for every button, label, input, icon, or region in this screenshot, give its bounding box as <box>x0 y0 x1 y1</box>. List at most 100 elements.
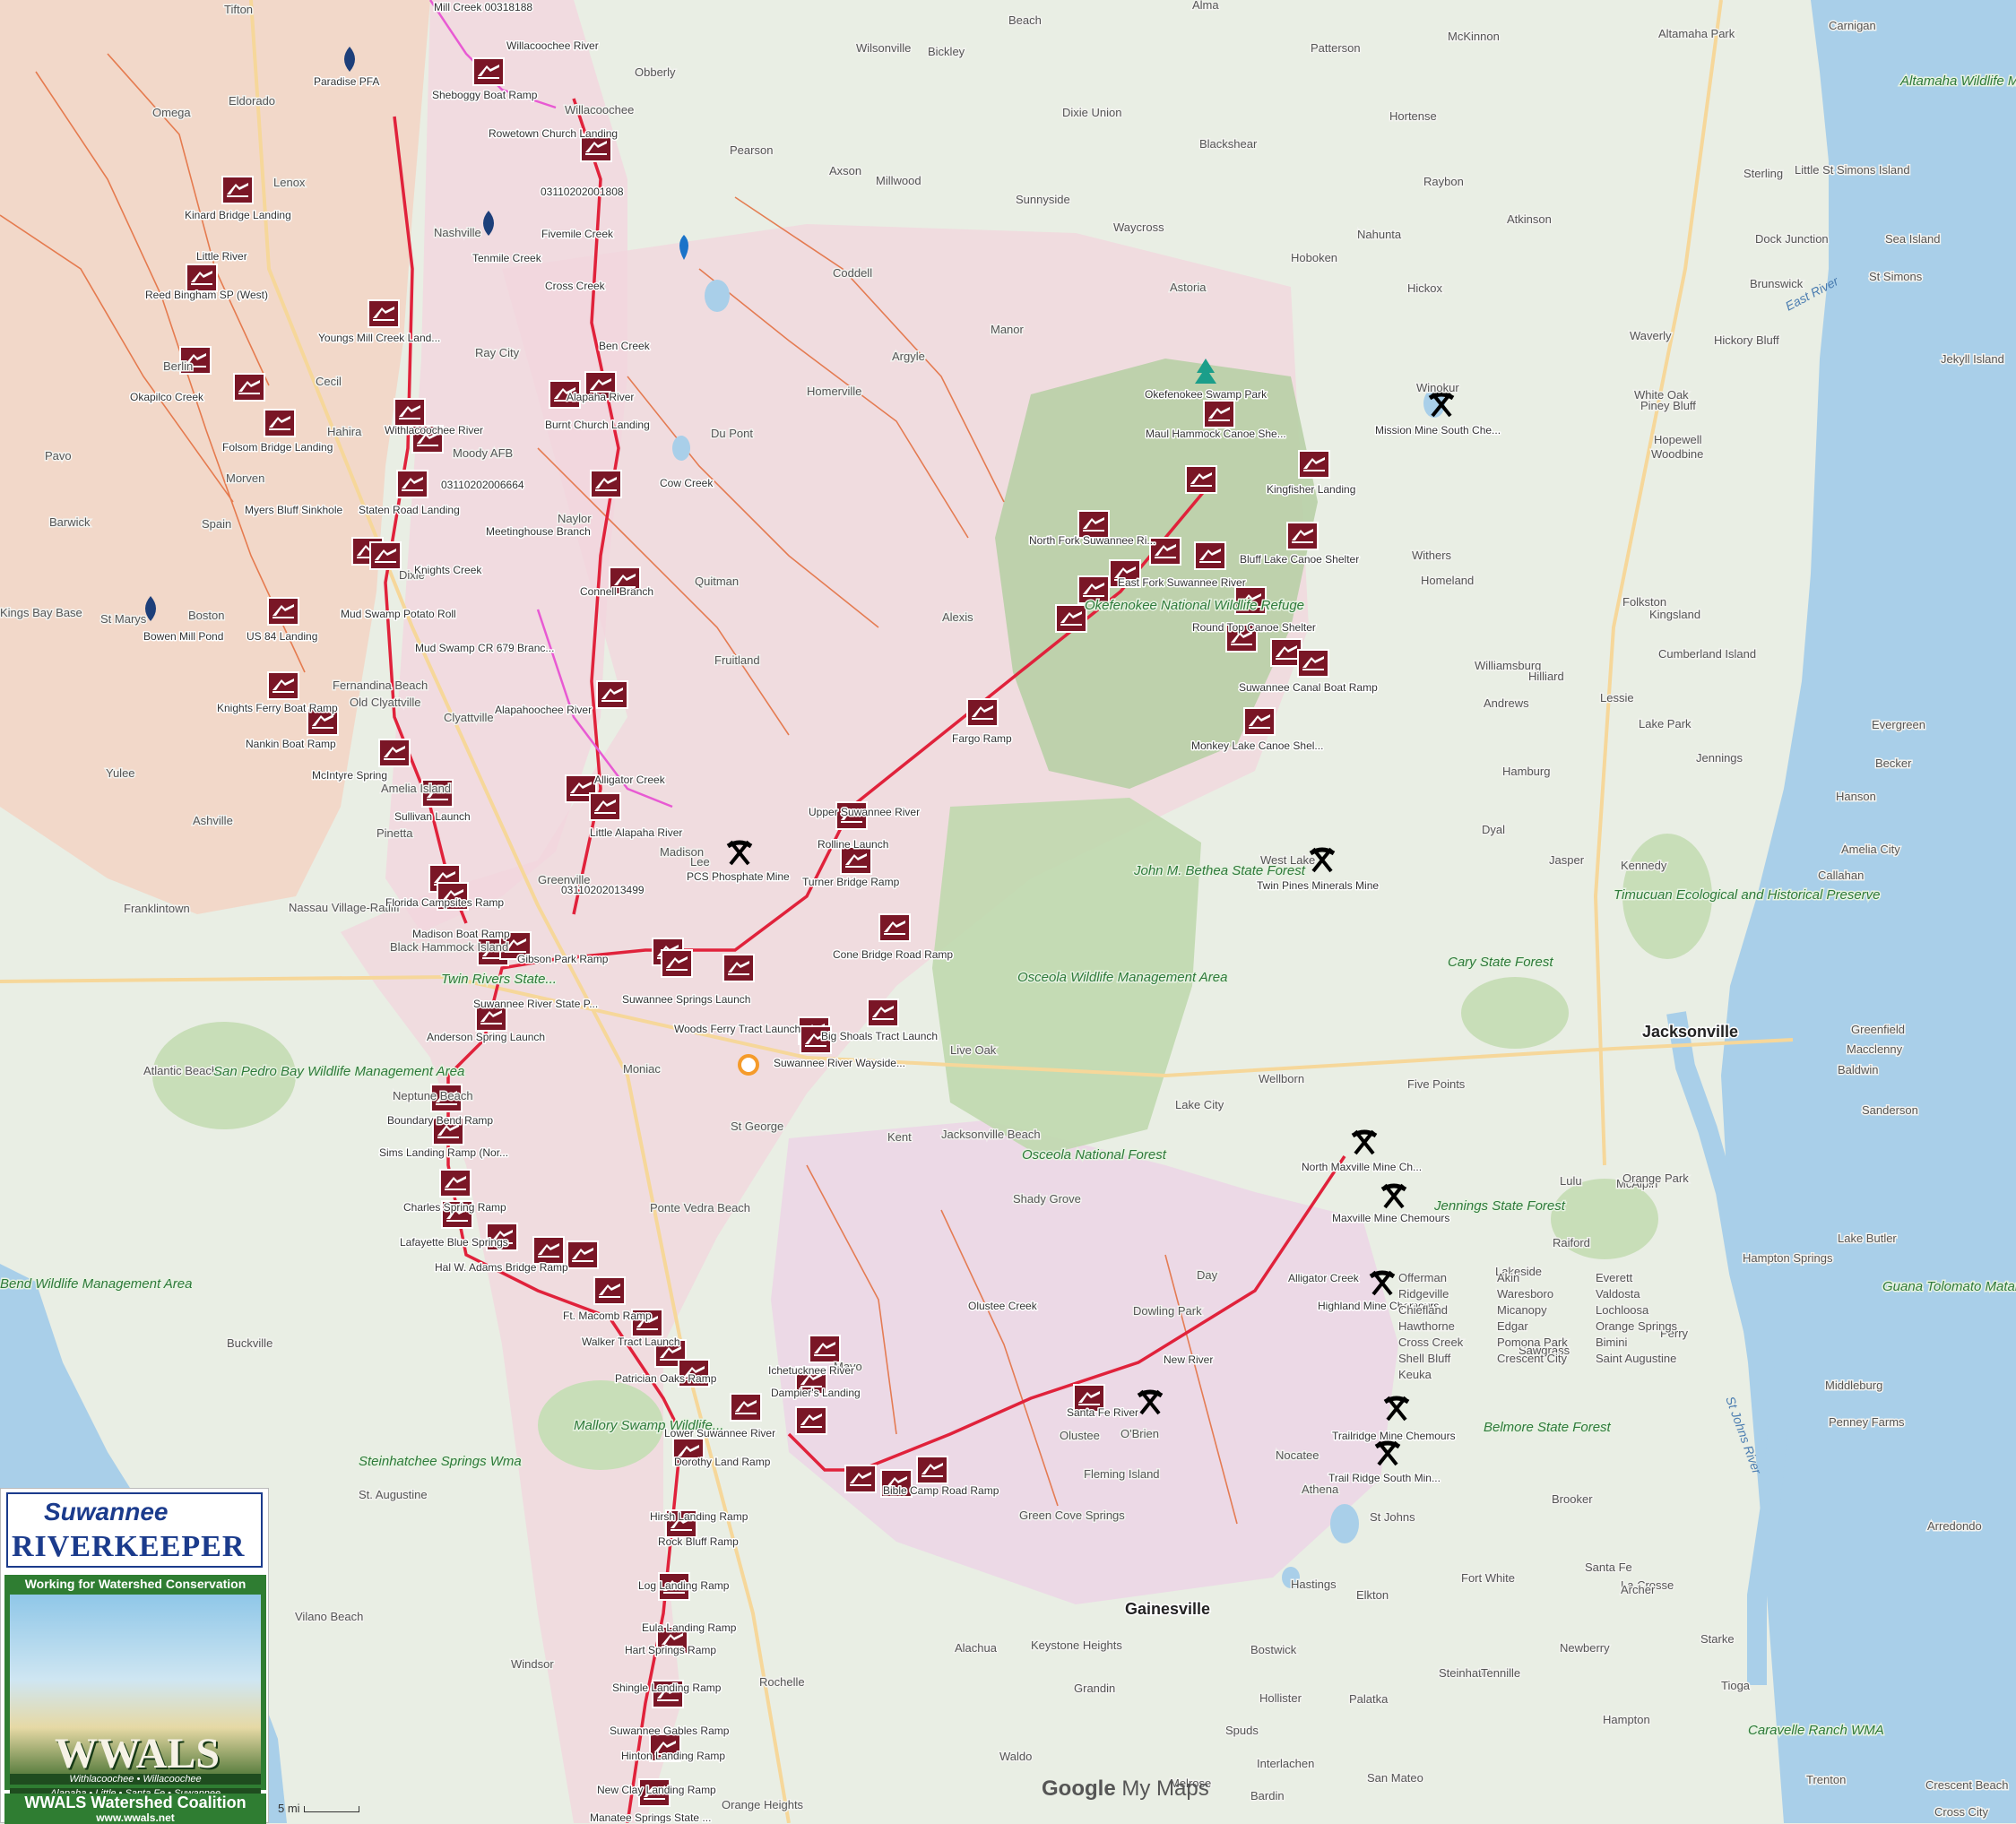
town-label: Trenton <box>1806 1773 1846 1786</box>
ramp-marker[interactable] <box>532 1236 565 1265</box>
ramp-marker[interactable] <box>661 949 693 978</box>
town-label: Nocatee <box>1276 1448 1319 1462</box>
wwals-logo[interactable]: Suwannee RIVERKEEPER Working for Watersh… <box>0 1488 269 1824</box>
town-label: Hortense <box>1389 109 1437 123</box>
ramp-label: 03110202013499 <box>561 884 645 896</box>
ramp-marker[interactable] <box>369 541 402 570</box>
map-canvas[interactable]: Jacksonville Gainesville Tifton Beach Al… <box>0 0 2016 1823</box>
ramp-marker[interactable] <box>590 470 622 498</box>
town-label: Little St Simons Island <box>1795 163 1910 177</box>
ramp-marker[interactable] <box>267 671 299 700</box>
wayside-circle-icon[interactable] <box>738 1054 759 1076</box>
ramp-marker[interactable] <box>1243 707 1276 736</box>
ramp-marker[interactable] <box>809 1335 841 1363</box>
ramp-label: Rowetown Church Landing <box>489 127 618 140</box>
town-label: Folkston <box>1622 595 1666 609</box>
ramp-marker[interactable] <box>1194 541 1226 570</box>
ramp-marker[interactable] <box>396 470 428 498</box>
town-label: Brooker <box>1552 1492 1593 1506</box>
heron-picture: WWALS Withlacoochee • Willacoochee Alapa… <box>10 1595 261 1799</box>
ramp-marker[interactable] <box>966 698 999 727</box>
ramp-label: Nankin Boat Ramp <box>246 738 336 750</box>
ramp-marker[interactable] <box>730 1393 762 1422</box>
ramp-marker[interactable] <box>1298 450 1330 479</box>
logo-url[interactable]: www.wwals.net <box>4 1811 266 1824</box>
ramp-label: Lower Suwannee River <box>664 1427 775 1439</box>
ramp-marker[interactable] <box>722 954 755 982</box>
town-label: Interlachen <box>1257 1757 1314 1770</box>
town-label: Hollister <box>1259 1691 1302 1705</box>
town-label: Woodbine <box>1651 447 1703 461</box>
town-label: Waldo <box>999 1750 1032 1763</box>
town-label: Penney Farms <box>1829 1415 1905 1429</box>
map-attribution[interactable]: Google My Maps <box>1042 1776 1209 1802</box>
town-label: Lochloosa <box>1596 1303 1649 1317</box>
cary-forest-area <box>1461 977 1569 1049</box>
town-label: Hoboken <box>1291 251 1337 264</box>
town-label: Orange Park <box>1622 1171 1689 1185</box>
ramp-marker[interactable] <box>1185 465 1217 494</box>
town-label: Amelia Island <box>381 782 451 795</box>
ramp-label: Sullivan Launch <box>394 810 471 823</box>
town-label: Du Pont <box>711 427 753 440</box>
ramp-label: Monkey Lake Canoe Shel... <box>1191 739 1323 752</box>
ramp-label: Mud Swamp Potato Roll <box>341 608 456 620</box>
town-label: Santa Fe <box>1585 1560 1632 1574</box>
ramp-label: Hal W. Adams Bridge Ramp <box>435 1261 568 1274</box>
mine-label: PCS Phosphate Mine <box>687 870 790 883</box>
ramp-marker[interactable] <box>267 597 299 626</box>
town-label: Shady Grove <box>1013 1192 1081 1206</box>
town-label: Evergreen <box>1872 718 1925 731</box>
ramp-marker[interactable] <box>867 998 899 1027</box>
ramp-marker[interactable] <box>233 373 265 402</box>
ramp-marker[interactable] <box>795 1406 827 1435</box>
ramp-marker[interactable] <box>264 409 296 437</box>
ramp-marker[interactable] <box>1055 604 1087 633</box>
town-label: Pomona Park <box>1497 1336 1568 1349</box>
ramp-label: Suwannee Gables Ramp <box>610 1725 730 1737</box>
ramp-marker[interactable] <box>368 299 400 328</box>
logo-line2: RIVERKEEPER <box>12 1530 246 1563</box>
ramp-marker[interactable] <box>1203 400 1235 428</box>
ramp-marker[interactable] <box>394 398 426 427</box>
town-label: Chiefland <box>1398 1303 1448 1317</box>
ramp-marker[interactable] <box>593 1276 626 1305</box>
ramp-marker[interactable] <box>378 739 411 767</box>
mine-label: Trail Ridge South Min... <box>1328 1472 1441 1484</box>
ramp-label: Little Alapaha River <box>590 826 682 839</box>
mine-label: Trailridge Mine Chemours <box>1332 1430 1456 1442</box>
ramp-marker[interactable] <box>916 1456 948 1484</box>
town-label: Spuds <box>1225 1724 1259 1737</box>
logo-acronym: WWALS <box>55 1730 221 1777</box>
ramp-marker[interactable] <box>472 57 505 86</box>
town-label: Ashville <box>193 814 233 827</box>
ramp-label: Shingle Landing Ramp <box>612 1681 722 1694</box>
ramp-marker[interactable] <box>1286 522 1319 550</box>
town-label: Callahan <box>1818 869 1864 882</box>
town-label: Sea Island <box>1885 232 1940 246</box>
town-label: Willacoochee <box>565 103 634 117</box>
ramp-marker[interactable] <box>439 1169 472 1197</box>
town-label: Hanson <box>1836 790 1876 803</box>
town-label: Keystone Heights <box>1031 1638 1122 1652</box>
scale-bar: 5 mi <box>278 1802 359 1815</box>
town-label: Sanderson <box>1862 1103 1918 1117</box>
logo-coalition: WWALS Watershed Coalition <box>4 1794 266 1812</box>
ramp-label: Staten Road Landing <box>359 504 460 516</box>
town-label: Waverly <box>1630 329 1672 342</box>
ramp-marker[interactable] <box>844 1465 877 1493</box>
ramp-label: Turner Bridge Ramp <box>802 876 900 888</box>
ramp-marker[interactable] <box>221 176 254 204</box>
town-label: Lenox <box>273 176 306 189</box>
town-label: Bardin <box>1250 1789 1285 1802</box>
ramp-marker[interactable] <box>589 792 621 821</box>
ramp-label: North Fork Suwannee Ri... <box>1029 534 1155 547</box>
ramp-marker[interactable] <box>596 680 628 709</box>
ramp-marker[interactable] <box>567 1240 599 1269</box>
ramp-marker[interactable] <box>1270 638 1302 667</box>
ramp-marker[interactable] <box>878 913 911 942</box>
ramp-marker[interactable] <box>186 264 218 292</box>
ramp-marker[interactable] <box>840 846 872 875</box>
ramp-label: Bible Camp Road Ramp <box>883 1484 999 1497</box>
ramp-marker[interactable] <box>1297 649 1329 678</box>
